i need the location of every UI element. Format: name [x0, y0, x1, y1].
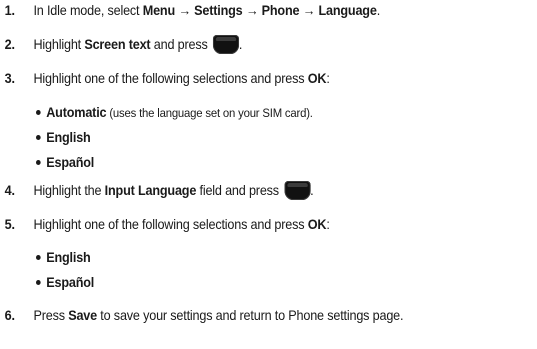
- step-text: Highlight Screen text and press .: [33, 35, 243, 55]
- step-number: 4.: [4, 183, 15, 198]
- arrow-separator: →: [242, 3, 262, 18]
- list-item: Automatic (uses the language set on your…: [36, 104, 313, 122]
- text-run: Highlight one of the following selection…: [33, 217, 308, 232]
- step-number: 5.: [4, 217, 15, 232]
- text-run: Highlight the: [33, 183, 105, 199]
- option-label: Español: [46, 275, 95, 290]
- option-label: Automatic: [46, 105, 107, 120]
- option-label: Español: [46, 155, 95, 170]
- text-run: In Idle mode, select: [33, 3, 143, 18]
- input-language-label: Input Language: [104, 183, 197, 199]
- bullet-icon: [36, 254, 41, 260]
- select-softkey-icon: [212, 35, 239, 54]
- step-text: Highlight one of the following selection…: [33, 70, 329, 88]
- ok-label: OK: [307, 217, 327, 232]
- menu-label: Menu: [142, 3, 175, 18]
- step-text: Press Save to save your settings and ret…: [33, 307, 403, 325]
- text-run: Press: [33, 308, 69, 323]
- text-run: :: [326, 71, 330, 86]
- settings-label: Settings: [194, 3, 243, 18]
- ok-label: OK: [307, 71, 327, 86]
- step-number: 3.: [4, 71, 15, 86]
- text-run: Highlight one of the following selection…: [33, 71, 308, 86]
- list-item: Español: [36, 274, 94, 292]
- option-note: (uses the language set on your SIM card)…: [106, 106, 313, 120]
- phone-label: Phone: [261, 3, 300, 18]
- text-run: field and press: [196, 183, 283, 199]
- bullet-icon: [36, 279, 41, 285]
- instruction-page: 1. In Idle mode, select Menu → Settings …: [0, 0, 537, 349]
- language-label: Language: [318, 3, 377, 18]
- list-item: Español: [36, 154, 94, 172]
- text-run: .: [310, 183, 314, 199]
- text-run: :: [326, 217, 330, 232]
- option-label: English: [46, 250, 91, 265]
- bullet-icon: [36, 109, 41, 115]
- text-run: to save your settings and return to Phon…: [96, 308, 404, 323]
- save-label: Save: [68, 308, 97, 323]
- step-number: 2.: [4, 37, 15, 52]
- arrow-separator: →: [174, 3, 195, 18]
- select-softkey-icon: [284, 181, 311, 200]
- arrow-separator: →: [299, 3, 319, 18]
- screen-text-label: Screen text: [84, 37, 151, 53]
- list-item: English: [36, 249, 91, 267]
- bullet-icon: [36, 134, 41, 140]
- step-text: In Idle mode, select Menu → Settings → P…: [33, 2, 380, 20]
- step-number: 1.: [4, 3, 15, 18]
- text-run: .: [238, 37, 243, 53]
- step-number: 6.: [4, 308, 15, 323]
- text-run: and press: [150, 37, 211, 53]
- bullet-icon: [36, 159, 41, 165]
- option-label: English: [46, 130, 91, 145]
- list-item: English: [36, 129, 91, 147]
- text-run: .: [376, 3, 381, 18]
- text-run: Highlight: [33, 37, 85, 53]
- step-text: Highlight the Input Language field and p…: [33, 181, 314, 201]
- step-text: Highlight one of the following selection…: [33, 216, 329, 234]
